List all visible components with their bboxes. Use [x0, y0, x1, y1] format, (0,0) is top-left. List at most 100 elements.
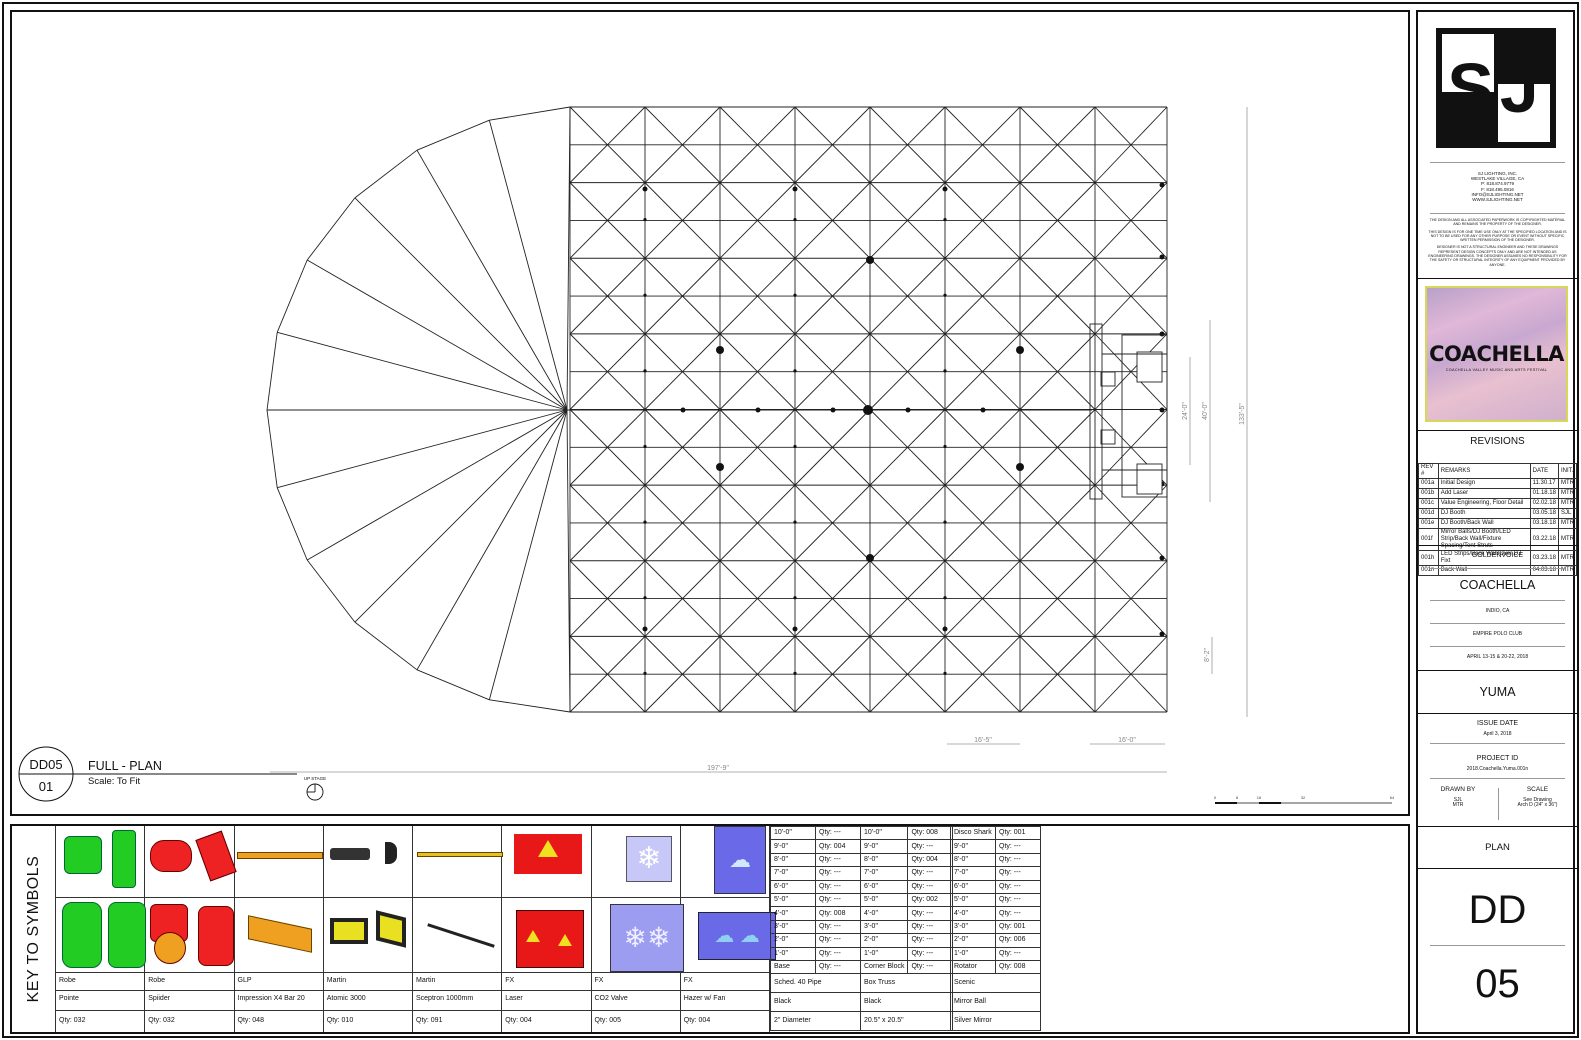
fixture-qty: Qty: 004	[683, 1017, 711, 1024]
svg-text:16: 16	[1257, 795, 1262, 800]
fixture-model: Spiider	[148, 995, 171, 1002]
hanging-point	[643, 369, 647, 373]
rev-cell: 001n	[1418, 565, 1439, 576]
hanging-point	[793, 596, 797, 600]
hazer-cloud-icon: ☁	[714, 826, 766, 894]
side-fixture	[1159, 555, 1165, 561]
hanging-point	[943, 671, 947, 675]
plan-drawing: 133'-5" 24'-0" 40'-0" 8'-2" 16'-5" 16'-0…	[18, 106, 1395, 804]
hanging-point	[643, 596, 647, 600]
tent-edge	[416, 669, 490, 701]
atomic-front-icon	[330, 918, 368, 944]
fixture-symbol-top	[323, 826, 413, 898]
hanging-point	[943, 369, 947, 373]
rev-row: 001a Initial Design 11.30.17 MTR	[1418, 478, 1578, 489]
dim-overall-width: 197'-9"	[707, 765, 729, 772]
rev-row: 001d DJ Booth 03.05.18 SJL	[1418, 508, 1578, 519]
rev-cell: 001d	[1418, 508, 1439, 519]
schedule-qty: Qty: 001	[995, 919, 1041, 935]
schedule-size: 5'-0"	[859, 892, 909, 908]
schedule-row: 5'-0" Qty: 002	[859, 892, 954, 908]
schedule-qty: Qty: ---	[907, 879, 954, 894]
hanging-point	[793, 520, 797, 524]
schedule-row: Rotator Qty: 008	[950, 959, 1041, 975]
schedule-size: Corner Block	[859, 959, 909, 975]
rev-cell: 03.18.18	[1529, 518, 1559, 529]
svg-text:0: 0	[1214, 795, 1217, 800]
dim-side: 8'-2"	[1204, 648, 1211, 662]
schedule-row: 4'-0" Qty: ---	[950, 906, 1041, 921]
fixture-manufacturer: Robe	[59, 977, 76, 984]
tent-edge	[489, 699, 571, 713]
issue-date: April 3, 2018	[1483, 731, 1512, 737]
schedule-qty: Qty: 008	[907, 825, 954, 841]
hanging-point	[643, 520, 647, 524]
rev-cell: 001c	[1418, 498, 1439, 509]
rev-cell: Initial Design	[1437, 478, 1531, 489]
schedule-row: 7'-0" Qty: ---	[950, 866, 1041, 881]
schedule-qty: Qty: ---	[995, 852, 1041, 868]
schedule-qty: Qty: ---	[907, 866, 954, 881]
schedule-qty: Qty: 001	[995, 825, 1041, 841]
schedule-qty: Qty: 008	[995, 959, 1041, 975]
schedule-size: 9'-0"	[950, 839, 996, 854]
fixture-qty: Qty: 048	[237, 1017, 264, 1024]
fixture-markers	[642, 182, 1165, 675]
center-fixture	[905, 407, 911, 413]
rev-cell: MTR	[1557, 518, 1578, 529]
sheet-code-label: DD05	[29, 757, 62, 772]
legal-notes: THE DESIGN AND ALL ASSOCIATED PAPERWORK …	[1428, 218, 1567, 267]
schedule-row: 1'-0" Qty: ---	[950, 946, 1041, 961]
fixture-marker	[942, 626, 948, 632]
hanging-point	[643, 293, 647, 297]
rev-header: REMARKS	[1437, 463, 1531, 479]
tent-fan-struts	[266, 106, 571, 713]
schedule-size: Disco Shark	[950, 825, 996, 841]
schedule-name: Box Truss	[859, 973, 954, 994]
rev-cell: DJ Booth	[1437, 508, 1531, 519]
svg-text:32: 32	[1301, 795, 1306, 800]
fixture-manufacturer: Martin	[326, 977, 347, 984]
tent-edge	[354, 149, 418, 199]
dim-overall-depth: 133'-5"	[1239, 403, 1246, 425]
spiider-lens-icon	[154, 932, 186, 964]
dim-bottom-a: 16'-5"	[974, 737, 992, 744]
schedule-qty: Qty: ---	[815, 866, 861, 881]
schedule-qty: Qty: ---	[995, 866, 1041, 881]
rev-cell: MTR	[1557, 528, 1578, 551]
fixture-marker	[792, 626, 798, 632]
mirror-ball	[1016, 346, 1024, 354]
rev-cell: 001e	[1418, 518, 1439, 529]
mirror-ball	[866, 256, 874, 264]
rev-row: 001f Mirror Balls/DJ Booth/LED Strip/Back…	[1418, 528, 1578, 551]
schedule-row: 2'-0" Qty: ---	[770, 933, 861, 948]
schedule-size: 6'-0"	[950, 879, 996, 894]
rev-header: REV #	[1418, 463, 1439, 479]
plan-view-panel: 133'-5" 24'-0" 40'-0" 8'-2" 16'-5" 16'-0…	[10, 10, 1410, 816]
schedule-row: 4'-0" Qty: ---	[859, 906, 954, 921]
company-info: SJ LIGHTING, INC. WESTLAKE VILLAGE, CA P…	[1470, 171, 1525, 203]
schedule-row: 8'-0" Qty: 004	[859, 852, 954, 868]
fixture-qty: Qty: 091	[416, 1017, 443, 1024]
tent-edge	[489, 106, 571, 121]
schedule-row: 7'-0" Qty: ---	[770, 866, 861, 881]
title-block: SJ SJ LIGHTING, INC. WESTLAKE VILLAGE, C…	[1416, 10, 1578, 1034]
event-dates: APRIL 13-15 & 20-22, 2018	[1466, 654, 1529, 660]
side-fixture	[1159, 407, 1165, 413]
schedule-size: 2'-0"	[950, 933, 996, 948]
schedule-row: Base Qty: ---	[770, 959, 861, 975]
schedule-size-spec: Silver Mirror	[950, 1011, 1041, 1032]
co2-iso-icon: ❄❄	[610, 904, 684, 972]
issue-date-label: ISSUE DATE	[1476, 720, 1519, 727]
schedule-size: 4'-0"	[859, 906, 909, 921]
stage-name: YUMA	[1479, 685, 1516, 699]
schedule-size: 6'-0"	[770, 879, 816, 894]
drawn-by: DRAWN BY SJL MTR	[1440, 786, 1476, 809]
fixture-manufacturer: Martin	[416, 977, 436, 984]
revisions-title: REVISIONS	[1470, 436, 1525, 447]
schedule-qty: Qty: ---	[907, 946, 954, 961]
rev-cell: Value Engineering, Floor Detail	[1437, 498, 1531, 509]
schedule-row: 6'-0" Qty: ---	[859, 879, 954, 894]
pointe-iso2-icon	[108, 902, 146, 968]
view-number-label: 01	[39, 779, 53, 794]
